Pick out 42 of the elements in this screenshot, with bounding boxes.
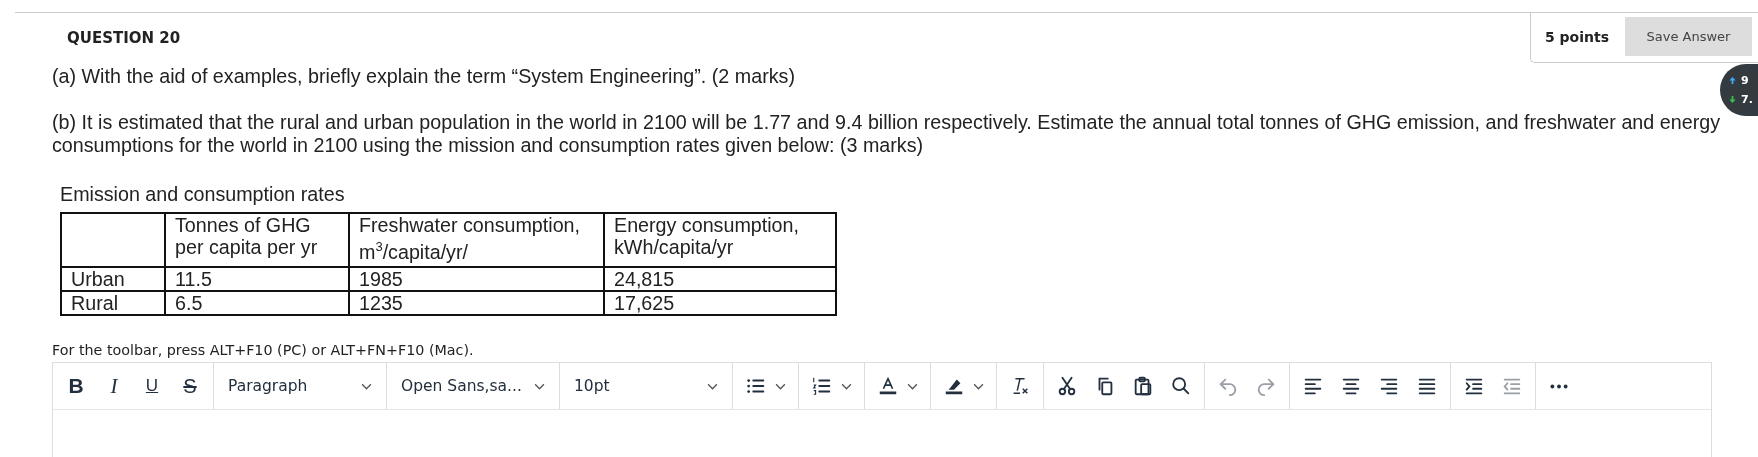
caret-icon xyxy=(841,382,852,390)
upload-speed: 9 xyxy=(1741,74,1749,87)
table-cell: 24,815 xyxy=(604,267,836,291)
caret-icon xyxy=(973,382,984,390)
question-text: (b) It is estimated that the rural and urban population in the world in 2100 will be 1.77 and 9.4 billion respectively. Estimate the annual total tonnes of GHG emission, and freshwater and energy consumptions for the world in 2100 using the mission and consumption rates given below: (3 marks) xyxy=(52,111,1720,157)
table-cell: 17,625 xyxy=(604,291,836,315)
caret-icon xyxy=(707,382,718,390)
bold-button[interactable]: B xyxy=(59,369,93,403)
caret-icon xyxy=(361,382,372,390)
down-arrow-icon xyxy=(1728,95,1737,104)
table-cell: 1235 xyxy=(349,291,604,315)
strikethrough-button[interactable]: S xyxy=(173,369,207,403)
question-title: QUESTION 20 xyxy=(67,29,181,47)
table-cell: 6.5 xyxy=(165,291,349,315)
dropdown[interactable]: 10pt xyxy=(566,369,726,403)
table-cell: Rural xyxy=(61,291,165,315)
points-label: 5 points xyxy=(1544,28,1609,45)
dropdown[interactable]: Open Sans,sa... xyxy=(393,369,553,403)
column-header: Tonnes of GHG per capita per yr xyxy=(165,213,349,267)
numbered-list-icon xyxy=(811,375,833,397)
search-icon xyxy=(1170,375,1192,397)
question-text: (a) With the aid of examples, briefly explain the term “System Engineering”. (2 marks) xyxy=(52,65,796,88)
text-color-icon xyxy=(877,375,899,397)
underline-button[interactable]: U xyxy=(135,369,169,403)
more-icon xyxy=(1550,383,1568,389)
up-arrow-icon xyxy=(1728,76,1737,85)
save-answer-button[interactable]: Save Answer xyxy=(1625,17,1752,56)
dropdown[interactable]: Paragraph xyxy=(220,369,380,403)
clipboard-icon xyxy=(1132,375,1154,397)
italic-button[interactable]: I xyxy=(97,369,131,403)
column-header: Freshwater consumption, m$^{3}$/capita/yr/ xyxy=(349,213,604,267)
table-cell: 1985 xyxy=(349,267,604,291)
download-speed: 7. xyxy=(1741,93,1753,106)
column-header: Energy consumption, kWh/capita/yr xyxy=(604,213,836,267)
scissors-icon xyxy=(1056,375,1078,397)
caret-icon xyxy=(775,382,786,390)
table-caption: Emission and consumption rates xyxy=(60,183,346,206)
table-cell: 11.5 xyxy=(165,267,349,291)
caret-icon xyxy=(907,382,918,390)
caret-icon xyxy=(534,382,545,390)
toolbar-hint: For the toolbar, press ALT+F10 (PC) or ALT+FN+F10 (Mac). xyxy=(52,342,475,358)
table-cell: Urban xyxy=(61,267,165,291)
